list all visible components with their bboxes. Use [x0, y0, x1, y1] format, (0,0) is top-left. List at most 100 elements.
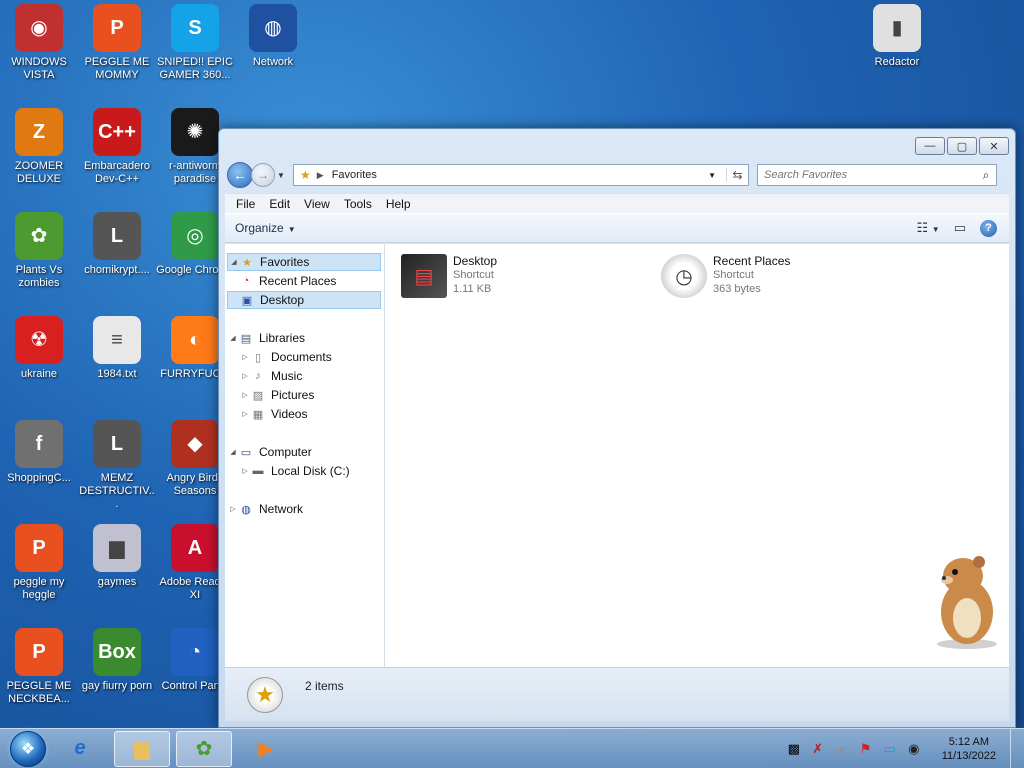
desktop-icon-item[interactable]: Ppeggle my heggle: [0, 524, 78, 602]
expand-arrow-icon[interactable]: ◢: [227, 448, 239, 456]
nav-network[interactable]: ▷ ◍ Network: [227, 500, 303, 518]
file-size: 1.11 KB: [453, 283, 492, 295]
command-bar: Organize ▼ ☷ ▼ ▭ ?: [225, 213, 1009, 243]
nav-computer[interactable]: ◢ ▭ Computer: [227, 443, 312, 461]
plant-icon: ✿: [15, 212, 63, 260]
menu-file[interactable]: File: [229, 197, 262, 211]
help-icon[interactable]: ?: [980, 219, 997, 237]
search-input[interactable]: [764, 169, 976, 181]
desktop-icon-item[interactable]: S SNIPED!! EPIC GAMER 360...: [156, 4, 234, 82]
search-icon[interactable]: ⌕: [976, 168, 996, 183]
tray-search-icon[interactable]: ⌕: [834, 741, 850, 757]
nav-desktop[interactable]: ▣ Desktop: [227, 291, 381, 309]
tray-flag-icon[interactable]: ⚑: [858, 741, 874, 757]
desktop-icon-item[interactable]: Box gay fiurry porn: [78, 628, 156, 693]
videos-icon: ▦: [252, 408, 264, 421]
forward-button[interactable]: →: [251, 163, 275, 187]
minimize-button[interactable]: —: [915, 137, 945, 155]
desktop-icon-label: 1984.txt: [97, 368, 137, 380]
file-item-recent-places[interactable]: ◷ Recent Places Shortcut 363 bytes: [661, 254, 790, 298]
nav-libraries[interactable]: ◢ ▤ Libraries: [227, 329, 305, 347]
desktop-icon-item[interactable]: ◉ WINDOWS VISTA: [0, 4, 78, 82]
desktop-icon-item[interactable]: ▆ gaymes: [78, 524, 156, 589]
desktop-icon-label: Network: [252, 56, 294, 68]
desktop-icon-label: ShoppingC...: [7, 472, 71, 484]
taskbar-plants-vs-zombies[interactable]: ✿: [176, 730, 232, 767]
desktop-icon-item[interactable]: ▮ Redactor: [858, 4, 936, 69]
expand-arrow-icon[interactable]: ◢: [227, 334, 239, 342]
file-item-desktop[interactable]: ▤ Desktop Shortcut 1.11 KB: [401, 254, 497, 298]
show-desktop-button[interactable]: [1010, 728, 1024, 768]
nav-local-disk[interactable]: ▷ ▬ Local Disk (C:): [239, 462, 350, 480]
recent-places-icon: ◔: [242, 275, 250, 287]
desktop-icon-item[interactable]: ◍ Network: [234, 4, 312, 69]
tray-app-icon[interactable]: ▩: [786, 741, 802, 757]
desktop-icon-label: WINDOWS VISTA: [11, 56, 67, 81]
clock-icon: ◷: [661, 254, 707, 298]
desktop-icon-item[interactable]: f ShoppingC...: [0, 420, 78, 485]
collapse-arrow-icon[interactable]: ▷: [239, 467, 251, 475]
libraries-icon: ▤: [240, 332, 252, 345]
nav-pictures-label: Pictures: [271, 388, 315, 402]
address-bar[interactable]: ★ ▶ Favorites ▼ ⇆: [293, 164, 749, 186]
desktop-icon-item[interactable]: L MEMZ DESTRUCTIV...: [78, 420, 156, 511]
desktop-icon-item[interactable]: Z ZOOMER DELUXE: [0, 108, 78, 186]
nav-music[interactable]: ▷ ♪ Music: [239, 367, 302, 385]
peggle-icon: P: [15, 628, 63, 676]
chrome-icon: ◎: [171, 212, 219, 260]
clock[interactable]: 5:12 AM 11/13/2022: [942, 735, 996, 763]
menu-help[interactable]: Help: [379, 197, 418, 211]
nav-favorites[interactable]: ◢ ★ Favorites: [227, 253, 381, 271]
collapse-arrow-icon[interactable]: ▷: [239, 372, 251, 380]
windows-logo-icon: ❖: [20, 740, 36, 758]
desktop-icon-item[interactable]: Lchomikrypt....: [78, 212, 156, 277]
nav-local-disk-label: Local Disk (C:): [271, 464, 350, 478]
nav-videos[interactable]: ▷ ▦ Videos: [239, 405, 307, 423]
collapse-arrow-icon[interactable]: ▷: [239, 391, 251, 399]
preview-pane-icon[interactable]: ▭: [954, 220, 966, 236]
system-tray: ▩ ✗ ⌕ ⚑ ▭ ◉ 5:12 AM 11/13/2022: [786, 735, 1010, 763]
menu-view[interactable]: View: [297, 197, 337, 211]
collapse-arrow-icon[interactable]: ▷: [239, 410, 251, 418]
network-globe-icon: ◍: [241, 503, 251, 516]
desktop-icon-item[interactable]: C++ Embarcadero Dev-C++: [78, 108, 156, 186]
devcpp-icon: C++: [93, 108, 141, 156]
desktop-icon-item[interactable]: P PEGGLE ME MOMMY: [78, 4, 156, 82]
tray-monitor-icon[interactable]: ▭: [882, 741, 898, 757]
media-player-icon: ▶: [258, 738, 274, 760]
desktop-icon-item[interactable]: ☢ ukraine: [0, 316, 78, 381]
desktop-icon-item[interactable]: ≡ 1984.txt: [78, 316, 156, 381]
breadcrumb-arrow-icon[interactable]: ▶: [317, 170, 324, 181]
tray-pen-icon[interactable]: ✗: [810, 741, 826, 757]
close-button[interactable]: ✕: [979, 137, 1009, 155]
refresh-icon[interactable]: ⇆: [726, 168, 748, 182]
maximize-button[interactable]: ▢: [947, 137, 977, 155]
collapse-arrow-icon[interactable]: ▷: [227, 505, 239, 513]
nav-pictures[interactable]: ▷ ▨ Pictures: [239, 386, 314, 404]
desktop-icon-item[interactable]: ✿ Plants Vs zombies: [0, 212, 78, 290]
angry-birds-icon: ◆: [171, 420, 219, 468]
tray-volume-icon[interactable]: ◉: [906, 741, 922, 757]
desktop-icon-item[interactable]: P PEGGLE ME NECKBEA...: [0, 628, 78, 706]
computer-icon: ▭: [240, 446, 252, 459]
nav-recent-places[interactable]: ◔ Recent Places: [239, 272, 337, 290]
nav-computer-label: Computer: [259, 445, 312, 459]
taskbar-internet-explorer[interactable]: e: [52, 731, 108, 767]
vista-disc-icon: ◉: [15, 4, 63, 52]
view-options-icon[interactable]: ☷ ▼: [917, 220, 940, 236]
recent-pages-dropdown[interactable]: ▼: [277, 171, 289, 180]
nav-network-label: Network: [259, 502, 304, 516]
file-name: Recent Places: [713, 254, 791, 268]
taskbar-media-player[interactable]: ▶: [238, 731, 294, 767]
menu-edit[interactable]: Edit: [262, 197, 297, 211]
taskbar-explorer[interactable]: ▆: [114, 730, 170, 767]
organize-button[interactable]: Organize ▼: [235, 221, 296, 235]
pictures-icon: ▨: [252, 389, 264, 402]
expand-arrow-icon[interactable]: ◢: [228, 258, 240, 266]
menu-tools[interactable]: Tools: [337, 197, 379, 211]
start-button[interactable]: ❖: [10, 730, 46, 767]
collapse-arrow-icon[interactable]: ▷: [239, 353, 251, 361]
address-dropdown-icon[interactable]: ▼: [708, 171, 716, 180]
back-button[interactable]: ←: [227, 162, 253, 188]
nav-documents[interactable]: ▷ ▯ Documents: [239, 348, 331, 366]
